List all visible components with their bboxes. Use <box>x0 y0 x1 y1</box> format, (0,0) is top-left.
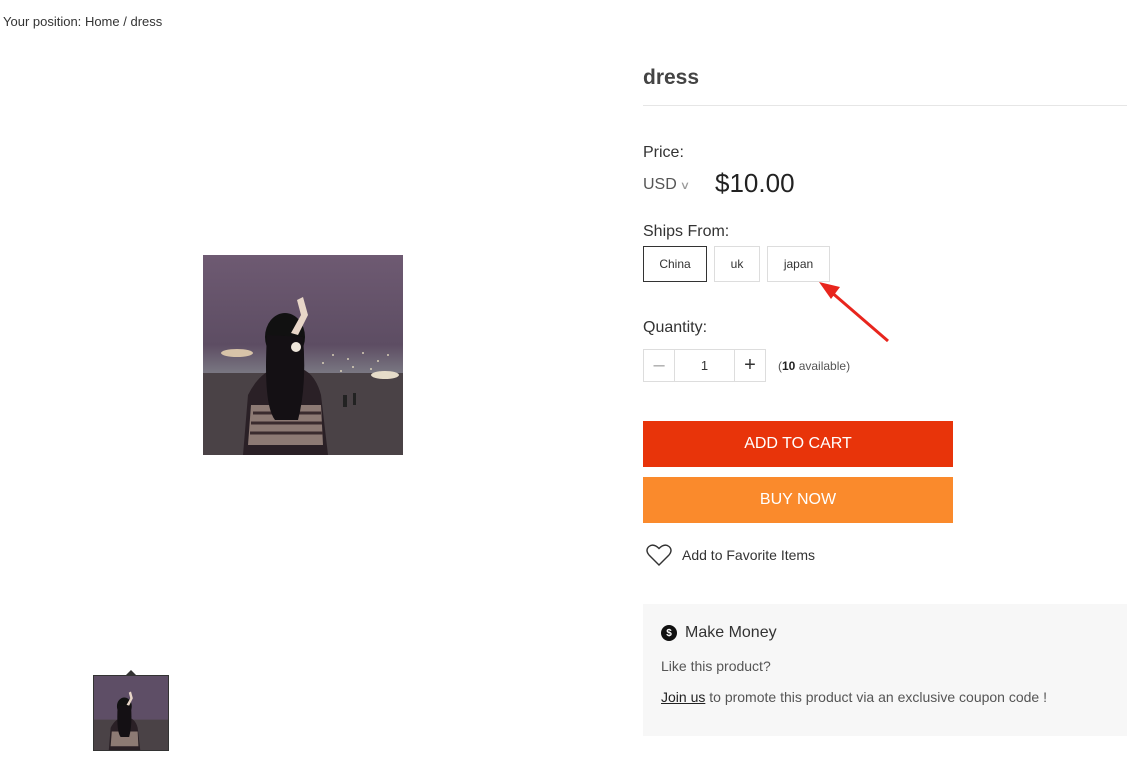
buy-now-button[interactable]: BUY NOW <box>643 477 953 523</box>
make-money-join-line: Join us to promote this product via an e… <box>661 689 1047 705</box>
join-us-text: to promote this product via an exclusive… <box>705 689 1047 705</box>
breadcrumb-home-link[interactable]: Home <box>85 14 120 29</box>
product-main-image[interactable] <box>203 255 403 455</box>
product-thumbnail[interactable] <box>93 675 169 751</box>
make-money-title-text: Make Money <box>685 624 777 641</box>
breadcrumb: Your position: Home / dress <box>3 14 162 29</box>
breadcrumb-prefix: Your position: <box>3 14 82 29</box>
chevron-down-icon: ∨ <box>679 179 691 192</box>
ships-from-option-uk[interactable]: uk <box>714 246 760 282</box>
add-to-cart-button[interactable]: ADD TO CART <box>643 421 953 467</box>
breadcrumb-separator: / <box>123 14 127 29</box>
currency-select[interactable]: USD ∨ <box>643 176 691 194</box>
product-price: $10.00 <box>715 168 795 198</box>
heart-outline-icon <box>646 544 672 566</box>
title-divider <box>643 105 1127 106</box>
make-money-title: $ Make Money <box>661 624 777 642</box>
quantity-stepper: – 1 + <box>643 349 766 382</box>
plus-icon[interactable]: + <box>734 350 765 381</box>
make-money-question: Like this product? <box>661 658 771 674</box>
join-us-link[interactable]: Join us <box>661 689 705 705</box>
add-to-favorites[interactable]: Add to Favorite Items <box>646 543 815 567</box>
minus-icon[interactable]: – <box>644 350 675 381</box>
product-title: dress <box>643 66 700 89</box>
make-money-panel: $ Make Money Like this product? Join us … <box>643 604 1127 736</box>
available-stock: (10 available) <box>778 359 850 373</box>
currency-value: USD <box>643 176 677 193</box>
quantity-label: Quantity: <box>643 319 708 336</box>
ships-from-option-china[interactable]: China <box>643 246 707 282</box>
quantity-input[interactable]: 1 <box>675 350 734 381</box>
available-count: 10 <box>782 359 796 373</box>
favorite-label: Add to Favorite Items <box>682 547 816 563</box>
dollar-circle-icon: $ <box>661 625 677 641</box>
ships-from-option-japan[interactable]: japan <box>767 246 830 282</box>
price-label: Price: <box>643 144 684 161</box>
ships-from-label: Ships From: <box>643 223 730 240</box>
breadcrumb-current: dress <box>130 14 163 29</box>
available-text: available) <box>798 359 851 373</box>
